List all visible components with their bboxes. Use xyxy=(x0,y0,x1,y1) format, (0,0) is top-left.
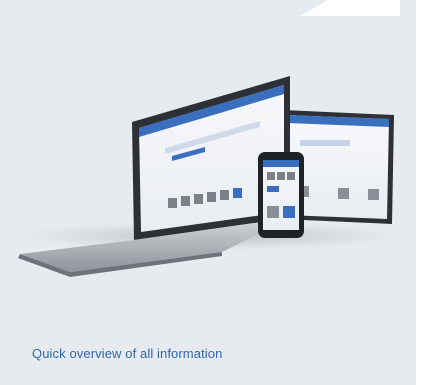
devices-illustration xyxy=(18,76,400,277)
info-card: Quick overview of all information xyxy=(0,0,416,385)
top-notch-decoration xyxy=(300,0,400,16)
caption-link[interactable]: Quick overview of all information xyxy=(32,346,222,361)
phone-device xyxy=(258,152,304,238)
